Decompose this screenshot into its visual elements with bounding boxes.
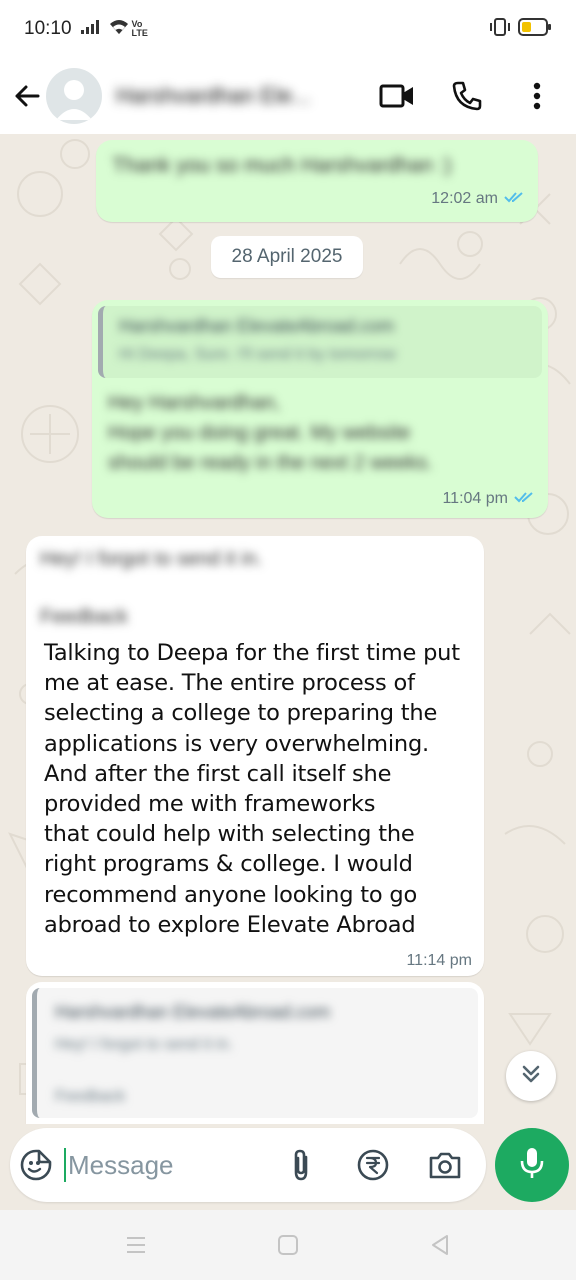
microphone-button[interactable] [495, 1128, 569, 1202]
message-meta: 11:14 pm [406, 952, 472, 970]
microphone-icon [518, 1146, 546, 1185]
chat-area[interactable]: Thank you so much Harshvardhan :) 12:02 … [0, 134, 576, 1124]
contact-name[interactable]: Harshvardhan Ele... [116, 83, 356, 109]
quote-author: Harshvardhan ElevateAbroad.com [119, 316, 395, 336]
status-time: 10:10 [24, 18, 72, 39]
message-time: 11:14 pm [406, 952, 472, 969]
chat-header: Harshvardhan Ele... [0, 58, 576, 134]
recents-icon[interactable] [116, 1225, 156, 1265]
quote-text: Hey! I forgot to send it in. [55, 1036, 233, 1053]
home-icon[interactable] [268, 1225, 308, 1265]
wifi-icon [108, 18, 130, 41]
double-tick-read-icon [504, 190, 524, 208]
message-preface: Hey! I forgot to send it in. [40, 548, 263, 570]
more-options-icon[interactable] [510, 69, 564, 123]
message-meta: 12:02 am [431, 190, 524, 208]
date-chip: 28 April 2025 [211, 236, 363, 278]
system-nav-bar [0, 1210, 576, 1280]
message-bubble-outgoing[interactable]: Thank you so much Harshvardhan :) 12:02 … [96, 140, 538, 222]
quote-author: Harshvardhan ElevateAbroad.com [55, 1002, 331, 1022]
message-time: 12:02 am [431, 190, 498, 207]
avatar[interactable] [46, 68, 102, 124]
status-bar: 10:10 Vo LTE [0, 0, 576, 58]
quote-text: Feedback [55, 1088, 126, 1105]
vibrate-icon [488, 17, 512, 42]
back-icon[interactable] [420, 1225, 460, 1265]
text-caret [63, 1148, 66, 1182]
message-time: 11:04 pm [442, 490, 508, 507]
message-bubble-outgoing[interactable]: Harshvardhan ElevateAbroad.com Hi Deepa,… [92, 300, 548, 518]
emoji-sticker-icon[interactable] [12, 1128, 60, 1202]
quote-text: Hi Deepa, Sure. I'll send it by tomorrow [119, 346, 396, 363]
video-call-icon[interactable] [370, 69, 424, 123]
message-text: Thank you so much Harshvardhan :) [112, 154, 452, 177]
quoted-message[interactable]: Harshvardhan ElevateAbroad.com Hi Deepa,… [98, 306, 542, 378]
message-preface: Feedback [40, 606, 128, 628]
back-arrow-icon[interactable] [2, 71, 52, 121]
message-meta: 11:04 pm [442, 490, 534, 508]
signal-icon [80, 19, 104, 40]
attach-icon[interactable] [272, 1136, 330, 1194]
double-tick-read-icon [514, 490, 534, 508]
voice-call-icon[interactable] [440, 69, 494, 123]
message-text: Talking to Deepa for the first time put … [44, 640, 460, 938]
battery-low-icon [518, 17, 552, 42]
message-bubble-incoming[interactable]: Hey! I forgot to send it in. Feedback Ta… [26, 536, 484, 976]
scroll-to-bottom-button[interactable] [506, 1051, 556, 1101]
message-composer [10, 1128, 486, 1202]
message-bubble-incoming[interactable]: Harshvardhan ElevateAbroad.com Hey! I fo… [26, 982, 484, 1124]
message-input[interactable] [68, 1149, 258, 1181]
volte-icon: Vo LTE [131, 19, 148, 38]
camera-icon[interactable] [416, 1136, 474, 1194]
double-chevron-down-icon [520, 1063, 542, 1090]
rupee-payment-icon[interactable] [344, 1136, 402, 1194]
quoted-message[interactable]: Harshvardhan ElevateAbroad.com Hey! I fo… [32, 988, 478, 1118]
message-text: Hey Harshvardhan, Hope you doing great. … [108, 392, 433, 474]
